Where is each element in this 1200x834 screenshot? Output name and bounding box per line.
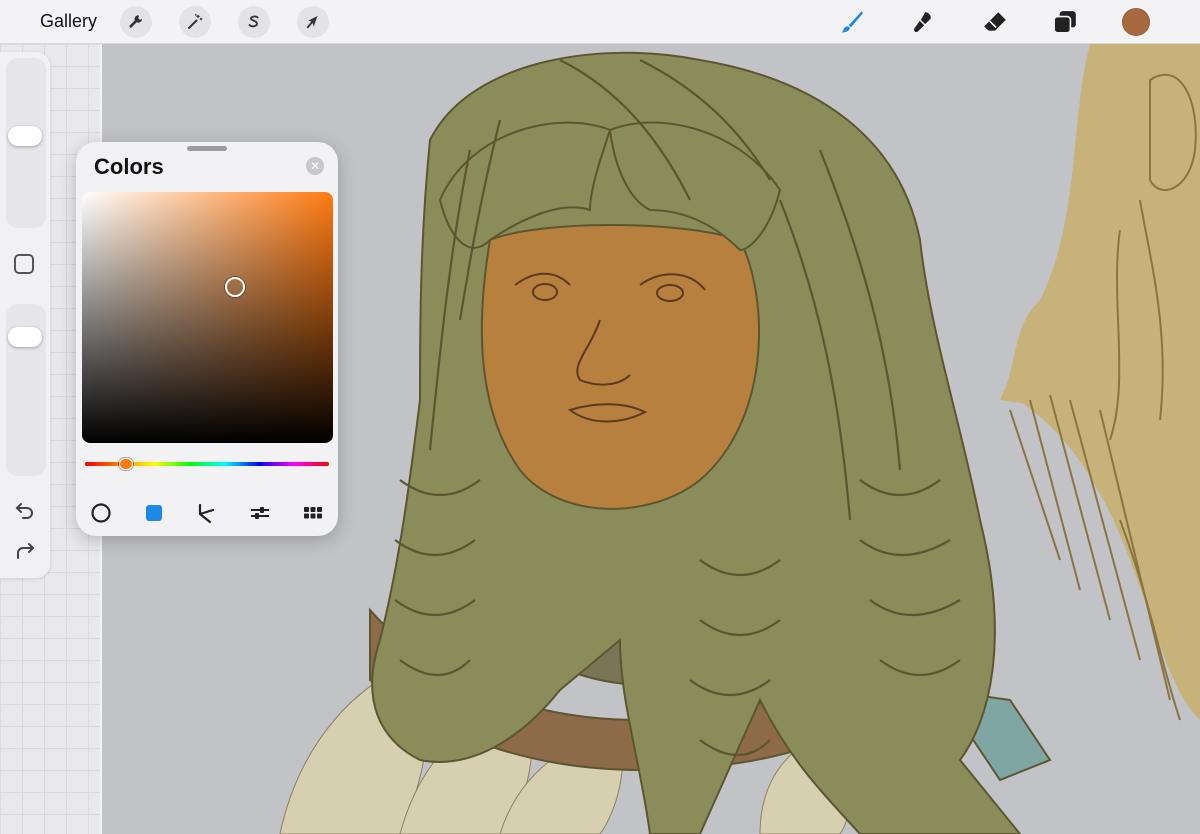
left-sidebar (0, 52, 50, 578)
layers-button[interactable] (1050, 7, 1080, 37)
brush-opacity-slider[interactable] (6, 304, 46, 476)
smudge-tool-button[interactable] (908, 7, 938, 37)
selection-button[interactable] (238, 6, 270, 38)
brush-opacity-thumb[interactable] (8, 326, 42, 347)
undo-button[interactable] (12, 498, 38, 524)
top-toolbar: Gallery (0, 0, 1200, 44)
redo-button[interactable] (12, 538, 38, 564)
classic-mode-icon (146, 505, 162, 521)
disc-mode-tab[interactable] (88, 500, 114, 526)
brush-size-slider[interactable] (6, 58, 46, 228)
modifier-square-icon[interactable] (14, 254, 34, 274)
color-picker-handle[interactable] (225, 277, 246, 298)
disc-mode-icon (91, 503, 111, 523)
secondary-sketch (1000, 44, 1200, 720)
brush-icon (842, 11, 863, 33)
palettes-grid-icon (304, 507, 322, 519)
close-panel-button[interactable]: ✕ (306, 157, 324, 175)
adjustments-button[interactable] (179, 6, 211, 38)
actions-button[interactable] (120, 6, 152, 38)
harmony-mode-tab[interactable] (194, 500, 220, 526)
brush-tool-button[interactable] (837, 7, 867, 37)
redo-icon (17, 543, 35, 559)
value-sliders-icon (251, 507, 269, 519)
panel-title: Colors (94, 154, 164, 179)
value-mode-tab[interactable] (247, 500, 273, 526)
current-color-swatch[interactable] (1122, 8, 1150, 36)
eraser-tool-button[interactable] (980, 7, 1010, 37)
wrench-icon (129, 15, 142, 28)
magic-wand-icon (188, 13, 203, 29)
brush-size-thumb[interactable] (8, 125, 42, 146)
eraser-icon (984, 12, 1006, 31)
smudge-icon (914, 12, 931, 33)
arrow-cursor-icon (306, 16, 318, 29)
transform-button[interactable] (297, 6, 329, 38)
hue-slider-thumb[interactable] (119, 458, 134, 470)
colors-panel: Colors ✕ (76, 142, 338, 536)
panel-grabber[interactable] (187, 146, 227, 151)
selection-s-icon (248, 15, 259, 28)
close-icon: ✕ (309, 159, 321, 173)
palettes-mode-tab[interactable] (300, 500, 326, 526)
harmony-mode-icon (198, 503, 215, 524)
layers-icon (1053, 11, 1076, 34)
classic-mode-tab[interactable] (141, 500, 167, 526)
undo-icon (15, 503, 33, 519)
saturation-brightness-field[interactable] (82, 192, 333, 443)
gallery-button[interactable]: Gallery (40, 11, 97, 32)
